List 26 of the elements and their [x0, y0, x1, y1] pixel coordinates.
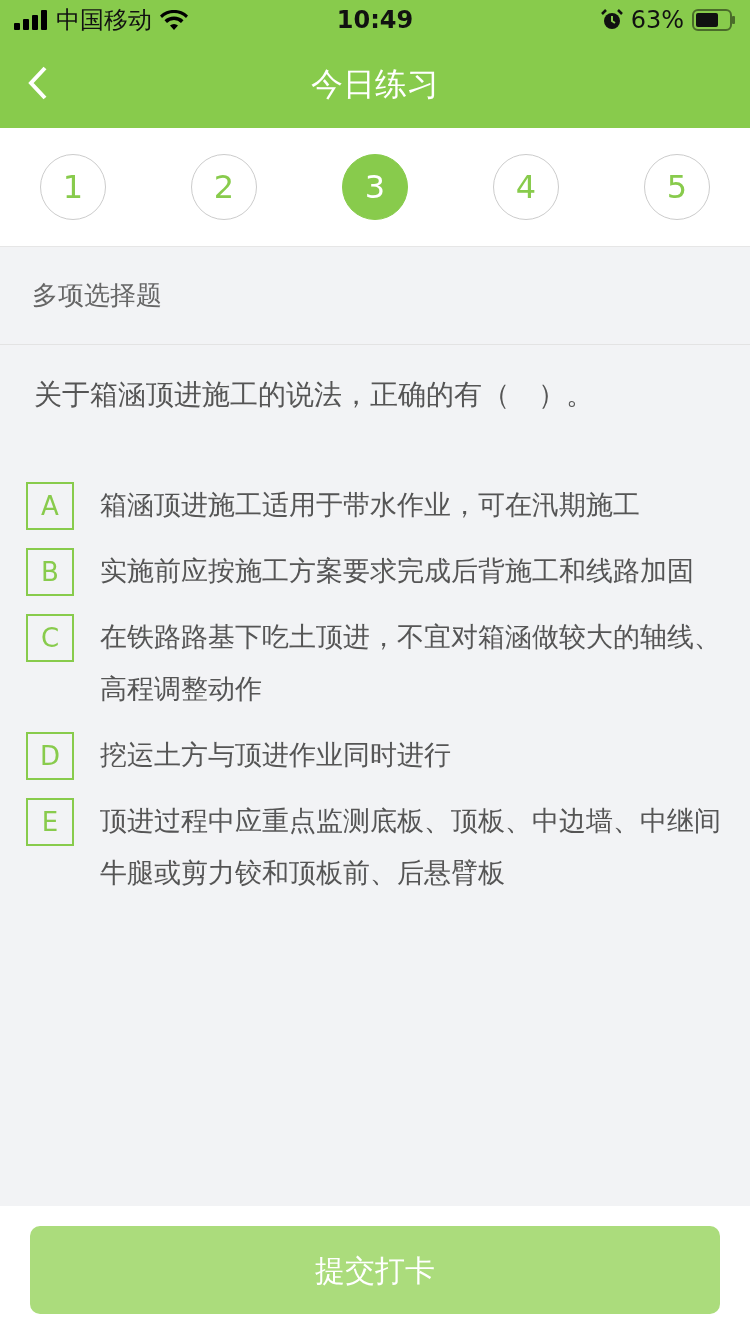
option-text[interactable]: 挖运土方与顶进作业同时进行 [100, 729, 451, 781]
option-letter-checkbox[interactable]: E [26, 798, 74, 846]
clock-time: 10:49 [336, 5, 414, 36]
carrier-name: 中国移动 [56, 5, 152, 36]
question-number-tab[interactable]: 1 [40, 154, 106, 220]
battery-icon [692, 9, 736, 31]
option-text[interactable]: 顶进过程中应重点监测底板、顶板、中边墙、中继间牛腿或剪力铰和顶板前、后悬臂板 [100, 795, 722, 899]
option-letter-checkbox[interactable]: D [26, 732, 74, 780]
option-text[interactable]: 箱涵顶进施工适用于带水作业，可在汛期施工 [100, 479, 640, 531]
option-letter-checkbox[interactable]: C [26, 614, 74, 662]
signal-icon [14, 10, 48, 30]
question-number-tab[interactable]: 5 [644, 154, 710, 220]
option-letter-checkbox[interactable]: A [26, 482, 74, 530]
question-type: 多项选择题 [32, 279, 162, 312]
option-text[interactable]: 实施前应按施工方案要求完成后背施工和线路加固 [100, 545, 694, 597]
option-letter-checkbox[interactable]: B [26, 548, 74, 596]
alarm-icon [600, 9, 623, 31]
wifi-icon [160, 10, 188, 30]
question-text: 关于箱涵顶进施工的说法，正确的有（ ）。 [33, 377, 595, 413]
battery-percent: 63% [630, 5, 684, 36]
back-icon[interactable] [28, 66, 48, 100]
question-number-tab[interactable]: 3 [342, 154, 408, 220]
page-title: 今日练习 [311, 64, 439, 105]
option-text[interactable]: 在铁路路基下吃土顶进，不宜对箱涵做较大的轴线、高程调整动作 [100, 611, 722, 715]
question-number-tab[interactable]: 4 [493, 154, 559, 220]
question-number-tab[interactable]: 2 [191, 154, 257, 220]
